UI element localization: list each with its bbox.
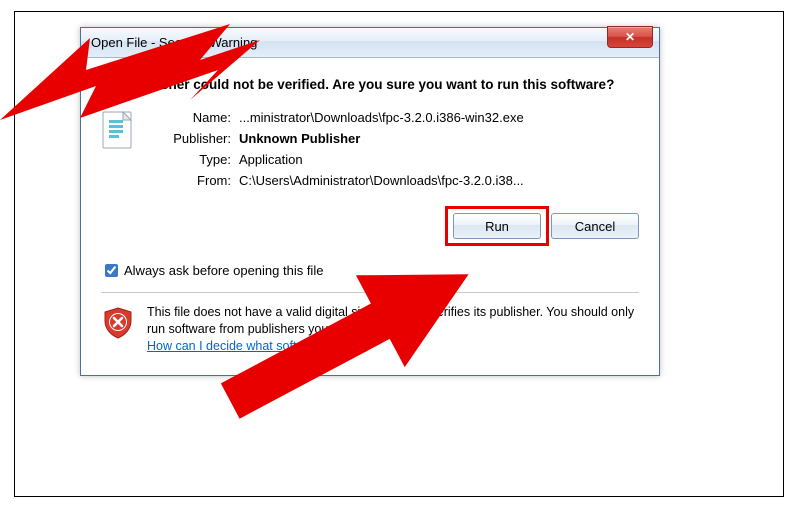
window-title: Open File - Security Warning: [91, 35, 257, 50]
dialog-body: The publisher could not be verified. Are…: [81, 58, 659, 375]
footer-message: This file does not have a valid digital …: [147, 305, 634, 336]
footer: This file does not have a valid digital …: [101, 304, 639, 361]
shield-error-icon: [101, 306, 135, 340]
footer-text: This file does not have a valid digital …: [147, 304, 639, 355]
button-row: Run Cancel: [101, 213, 639, 239]
footer-link[interactable]: How can I decide what software to run?: [147, 339, 366, 353]
from-label: From:: [149, 171, 239, 192]
titlebar[interactable]: Open File - Security Warning ✕: [81, 28, 659, 58]
field-from: From: C:\Users\Administrator\Downloads\f…: [149, 171, 639, 192]
run-button[interactable]: Run: [453, 213, 541, 239]
always-ask-row: Always ask before opening this file: [101, 261, 639, 280]
close-button[interactable]: ✕: [607, 26, 653, 48]
cancel-button-label: Cancel: [575, 219, 615, 234]
file-icon: [101, 110, 137, 154]
name-label: Name:: [149, 108, 239, 129]
warning-heading: The publisher could not be verified. Are…: [101, 76, 639, 94]
publisher-value: Unknown Publisher: [239, 129, 639, 150]
separator: [101, 292, 639, 294]
always-ask-label: Always ask before opening this file: [124, 263, 323, 278]
security-warning-dialog: Open File - Security Warning ✕ The publi…: [80, 27, 660, 376]
field-publisher: Publisher: Unknown Publisher: [149, 129, 639, 150]
file-fields: Name: ...ministrator\Downloads\fpc-3.2.0…: [149, 108, 639, 191]
run-button-label: Run: [485, 219, 509, 234]
from-value: C:\Users\Administrator\Downloads\fpc-3.2…: [239, 171, 639, 192]
type-value: Application: [239, 150, 639, 171]
always-ask-checkbox[interactable]: [105, 264, 118, 277]
cancel-button[interactable]: Cancel: [551, 213, 639, 239]
file-info: Name: ...ministrator\Downloads\fpc-3.2.0…: [101, 108, 639, 191]
field-type: Type: Application: [149, 150, 639, 171]
name-value: ...ministrator\Downloads\fpc-3.2.0.i386-…: [239, 108, 639, 129]
publisher-label: Publisher:: [149, 129, 239, 150]
type-label: Type:: [149, 150, 239, 171]
close-icon: ✕: [625, 30, 635, 44]
field-name: Name: ...ministrator\Downloads\fpc-3.2.0…: [149, 108, 639, 129]
